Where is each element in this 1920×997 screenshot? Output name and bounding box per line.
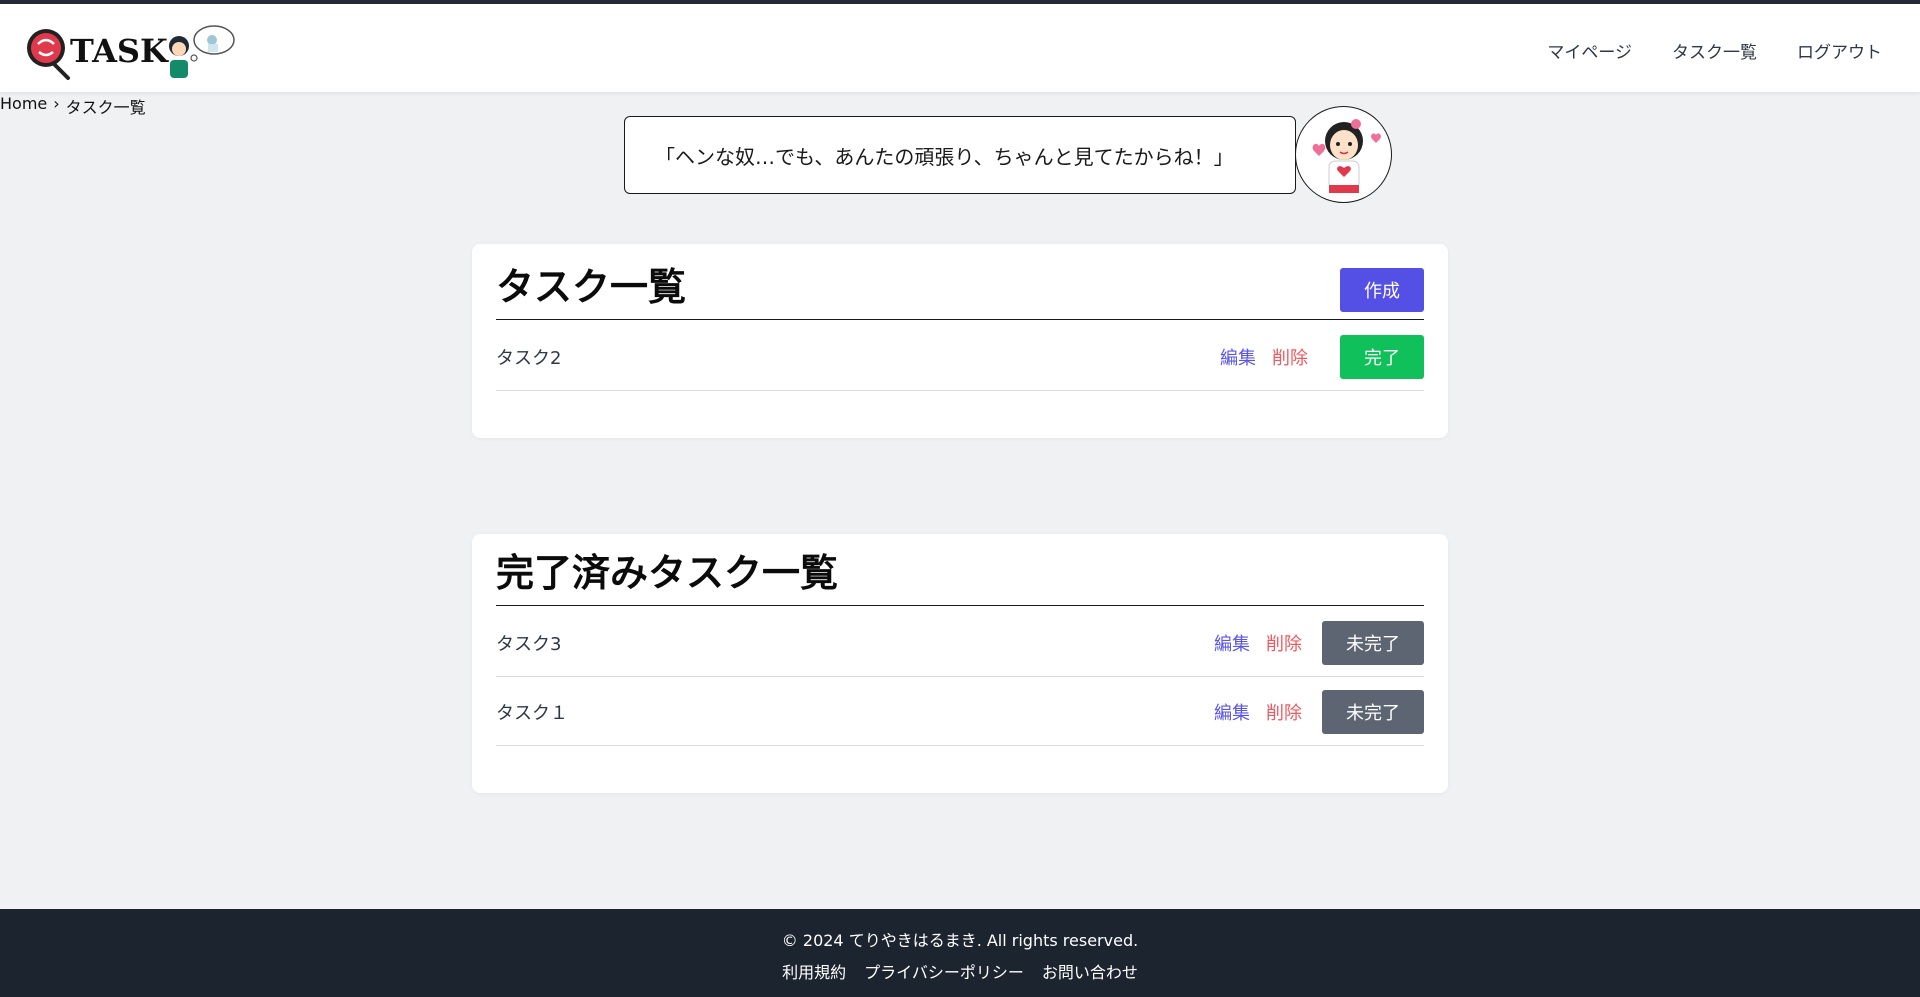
task-actions: 編集 削除 完了 — [1220, 335, 1424, 379]
edit-link[interactable]: 編集 — [1214, 630, 1250, 656]
edit-link[interactable]: 編集 — [1214, 699, 1250, 725]
main-nav: マイページ タスク一覧 ログアウト — [1547, 38, 1882, 63]
breadcrumb-home[interactable]: Home — [0, 94, 47, 118]
copyright-text: © 2024 てりやきはるまき. All rights reserved. — [781, 931, 1139, 950]
site-logo[interactable]: TASK — [24, 22, 238, 82]
task-row: タスク2 編集 削除 完了 — [496, 322, 1424, 391]
contact-link[interactable]: お問い合わせ — [1042, 959, 1138, 983]
breadcrumb-separator: › — [53, 94, 60, 113]
breadcrumb-current: タスク一覧 — [65, 98, 146, 117]
completed-list-card: 完了済みタスク一覧 タスク3 編集 削除 未完了 タスク１ 編集 削除 未完了 — [472, 534, 1448, 793]
breadcrumb: Home › タスク一覧 — [0, 94, 146, 118]
complete-button[interactable]: 完了 — [1340, 335, 1424, 379]
completed-row: タスク１ 編集 削除 未完了 — [496, 677, 1424, 746]
create-task-button[interactable]: 作成 — [1340, 268, 1424, 312]
task-name: タスク2 — [496, 348, 562, 369]
completed-list-header: 完了済みタスク一覧 — [496, 534, 1424, 606]
nav-mypage[interactable]: マイページ — [1547, 38, 1632, 63]
task-actions: 編集 削除 未完了 — [1214, 621, 1424, 665]
task-list-title: タスク一覧 — [496, 265, 687, 309]
speech-text: 「ヘンな奴…でも、あんたの頑張り、ちゃんと見てたからね！」 — [655, 144, 1234, 169]
completed-list-title: 完了済みタスク一覧 — [496, 551, 839, 595]
site-footer: © 2024 てりやきはるまき. All rights reserved. 利用… — [0, 909, 1920, 997]
incomplete-button[interactable]: 未完了 — [1322, 621, 1424, 665]
terms-link[interactable]: 利用規約 — [782, 959, 846, 983]
nav-logout[interactable]: ログアウト — [1797, 38, 1882, 63]
logo-text: TASK — [70, 32, 169, 70]
delete-link[interactable]: 削除 — [1266, 630, 1302, 656]
task-list-card: タスク一覧 作成 タスク2 編集 削除 完了 — [472, 244, 1448, 438]
character-avatar — [1295, 106, 1392, 203]
site-header: TASK マイページ タスク一覧 ログアウト — [0, 4, 1920, 92]
incomplete-button[interactable]: 未完了 — [1322, 690, 1424, 734]
nav-task-list[interactable]: タスク一覧 — [1672, 38, 1757, 63]
task-name: タスク１ — [496, 703, 568, 724]
task-list-header: タスク一覧 作成 — [496, 244, 1424, 320]
task-actions: 編集 削除 未完了 — [1214, 690, 1424, 734]
speech-bubble: 「ヘンな奴…でも、あんたの頑張り、ちゃんと見てたからね！」 — [624, 116, 1296, 194]
edit-link[interactable]: 編集 — [1220, 344, 1256, 370]
footer-links: 利用規約 プライバシーポリシー お問い合わせ — [0, 959, 1920, 983]
privacy-policy-link[interactable]: プライバシーポリシー — [864, 959, 1024, 983]
completed-row: タスク3 編集 削除 未完了 — [496, 608, 1424, 677]
delete-link[interactable]: 削除 — [1266, 699, 1302, 725]
delete-link[interactable]: 削除 — [1272, 344, 1308, 370]
task-name: タスク3 — [496, 634, 562, 655]
